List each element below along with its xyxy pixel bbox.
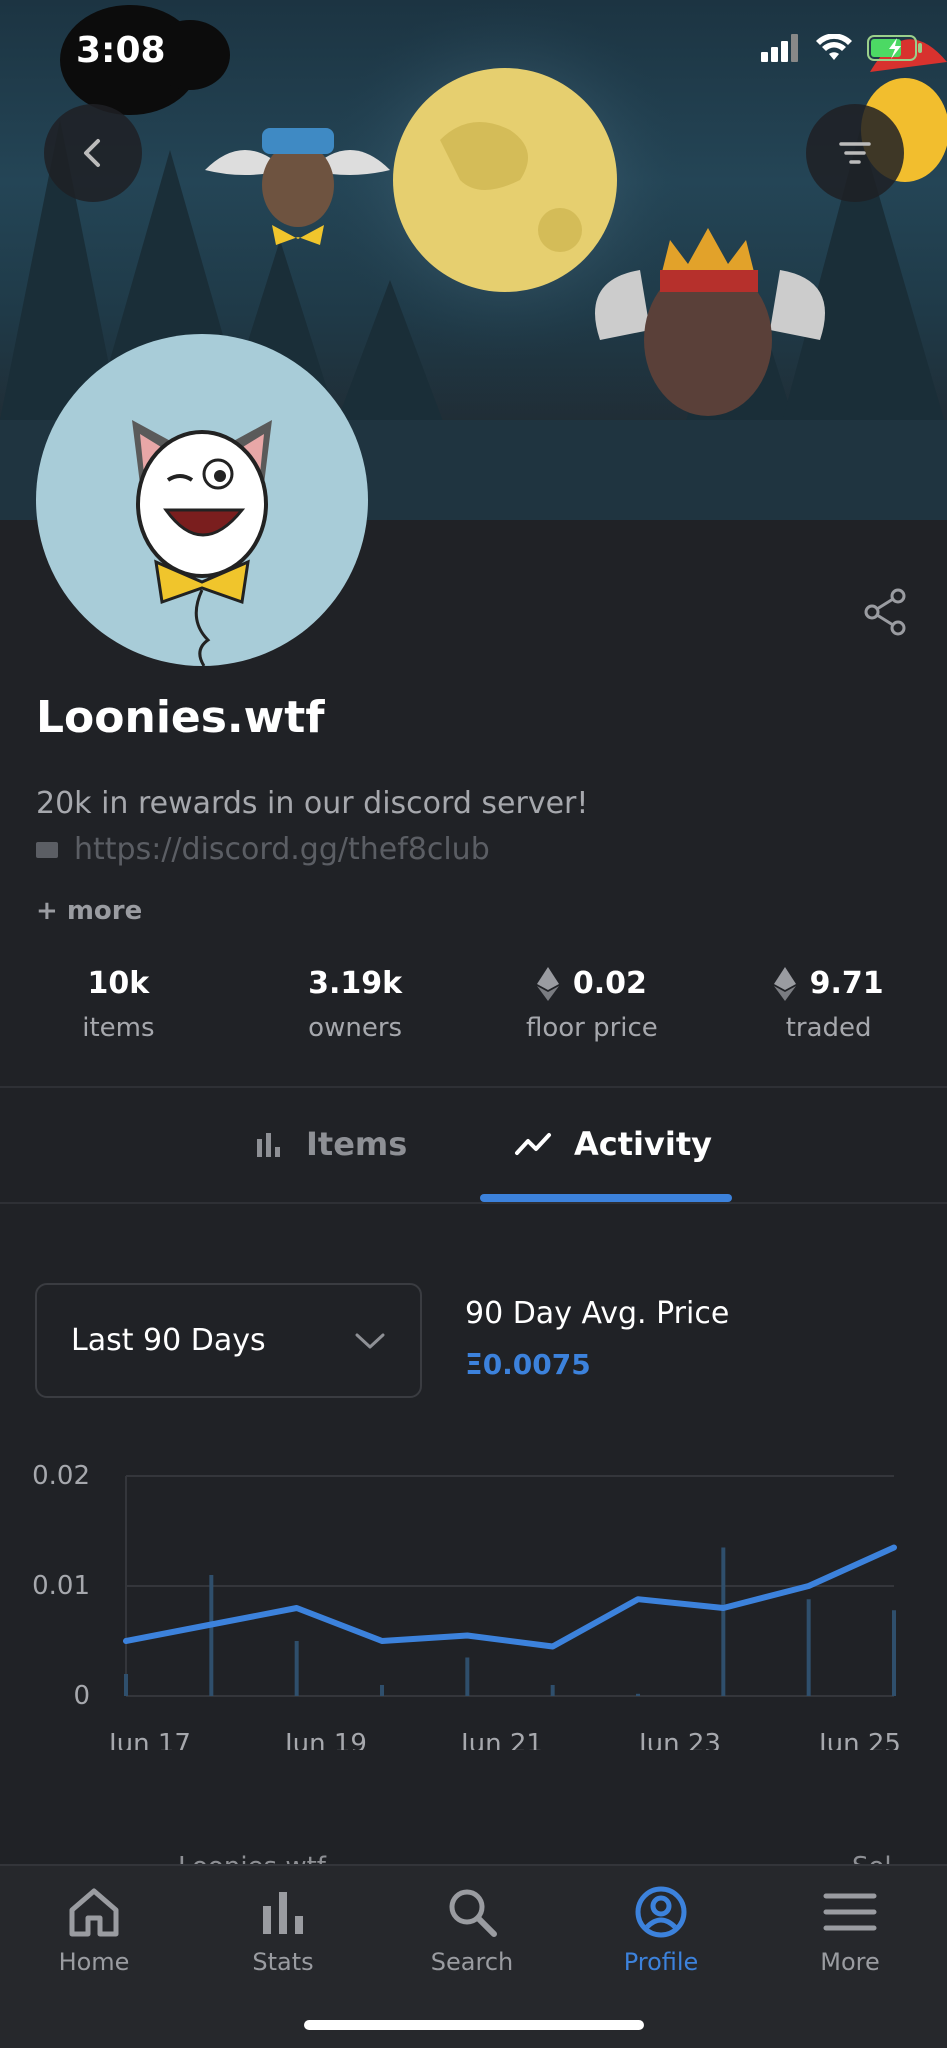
stat-items: 10k items [0,966,237,1043]
nav-home[interactable]: Home [14,1886,174,1976]
menu-icon [823,1893,877,1931]
wifi-icon [816,34,852,60]
discord-link[interactable]: https://discord.gg/thef8club [36,832,490,867]
nav-stats[interactable]: Stats [203,1886,363,1976]
price-point [381,1640,383,1642]
tab-activity[interactable]: Activity [514,1088,712,1200]
avg-price-value: Ξ0.0075 [465,1348,591,1381]
price-point [637,1598,639,1600]
chevron-left-icon [84,139,100,167]
tab-label: Items [306,1125,408,1163]
nav-more[interactable]: More [770,1886,930,1976]
home-indicator [304,2020,644,2030]
stat-floor-price: 0.02 floor price [474,966,711,1043]
nav-label: Home [58,1948,130,1976]
collection-title: Loonies.wtf [36,692,325,743]
divider [0,1202,947,1204]
tab-label: Activity [574,1125,712,1163]
price-point [893,1547,895,1548]
y-tick-label: 0 [73,1681,90,1711]
stat-value: 10k [87,966,150,1001]
nav-profile[interactable]: Profile [581,1886,741,1976]
price-point [466,1635,468,1636]
stats-row: 10k items 3.19k owners 0.02 floor price … [0,966,947,1043]
active-tab-indicator [480,1194,732,1202]
status-time: 3:08 [76,30,166,71]
nav-label: More [820,1948,880,1976]
stat-label: traded [785,1013,872,1043]
battery-icon [867,35,922,61]
share-button[interactable] [858,584,914,640]
stat-value: 0.02 [572,966,647,1001]
price-point [125,1640,127,1642]
tab-bar: Items Activity [0,1088,947,1202]
signal-icon [761,34,798,62]
x-tick-label: Jun 25 [817,1729,901,1750]
price-point [552,1646,554,1647]
back-button[interactable] [44,104,142,202]
filter-icon [839,142,871,164]
chevron-down-icon [355,1333,385,1348]
x-tick-label: Jun 17 [107,1729,191,1750]
x-tick-label: Jun 19 [283,1729,367,1750]
home-icon [69,1888,119,1937]
share-icon [864,588,906,636]
stat-value: 3.19k [308,966,403,1001]
stat-value: 9.71 [809,966,884,1001]
y-tick-label: 0.02 [32,1461,90,1491]
nav-label: Profile [623,1948,699,1976]
stat-label: owners [308,1013,403,1043]
filter-button[interactable] [806,104,904,202]
profile-icon [635,1886,687,1938]
tab-items[interactable]: Items [254,1088,407,1200]
y-tick-label: 0.01 [32,1571,90,1601]
eth-icon [773,966,796,1001]
dropdown-value: Last 90 Days [71,1323,266,1358]
x-tick-label: Jun 23 [637,1729,721,1750]
x-tick-label: Jun 21 [459,1729,543,1750]
price-point [296,1607,298,1609]
time-range-dropdown[interactable]: Last 90 Days [35,1283,422,1398]
nav-search[interactable]: Search [392,1886,552,1976]
search-icon [449,1889,497,1937]
nav-label: Search [430,1948,514,1976]
price-line [123,1544,897,1650]
eth-icon [536,966,559,1001]
price-point [808,1585,810,1587]
price-point [722,1607,724,1609]
avg-price-label: 90 Day Avg. Price [465,1296,730,1331]
trend-line-icon [515,1133,551,1155]
price-point [210,1624,212,1625]
stat-owners: 3.19k owners [237,966,474,1043]
stats-icon [263,1892,303,1934]
price-chart: 0.02 0.01 0 Jun 17 Jun 19 Jun 21 Jun 23 Jun 25 [32,1461,901,1750]
nav-label: Stats [252,1948,314,1976]
status-icons [761,34,923,62]
collection-avatar [36,334,368,666]
more-button[interactable]: + more [36,896,142,926]
stat-label: floor price [525,1013,658,1043]
stat-label: items [82,1013,155,1043]
link-bullet-icon [36,841,58,858]
collection-description: 20k in rewards in our discord server! [36,786,589,821]
bar-chart-icon [257,1133,280,1157]
stat-traded: 9.71 traded [710,966,947,1043]
discord-link-text[interactable]: https://discord.gg/thef8club [74,832,490,867]
